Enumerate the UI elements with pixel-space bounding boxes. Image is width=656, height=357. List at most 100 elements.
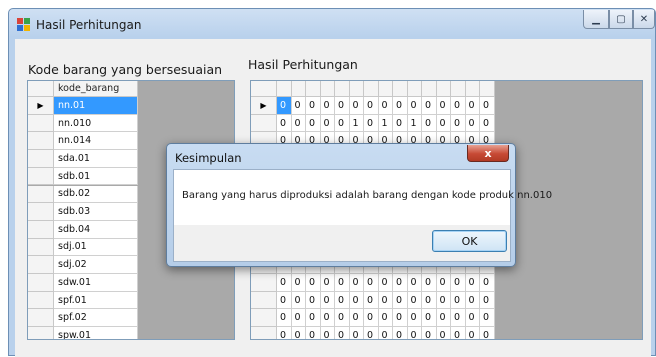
row-header[interactable] xyxy=(251,274,277,292)
result-cell[interactable]: 0 xyxy=(378,274,393,292)
result-cell[interactable]: 0 xyxy=(480,97,495,115)
result-cell[interactable]: 0 xyxy=(465,114,480,133)
result-cell[interactable]: 0 xyxy=(422,327,437,339)
result-cell[interactable]: 0 xyxy=(422,274,437,292)
result-cell[interactable]: 0 xyxy=(364,114,379,133)
result-cell[interactable]: 0 xyxy=(393,291,408,310)
result-cell[interactable]: 0 xyxy=(393,309,408,328)
result-cell[interactable]: 0 xyxy=(393,97,408,115)
result-cell[interactable]: 0 xyxy=(407,327,422,339)
result-cell[interactable]: 0 xyxy=(465,274,480,292)
result-cell[interactable]: 0 xyxy=(378,291,393,310)
row-header[interactable] xyxy=(28,114,54,133)
kode-barang-cell[interactable]: sdb.04 xyxy=(54,220,138,239)
column-header[interactable] xyxy=(480,81,495,97)
row-header[interactable] xyxy=(28,256,54,274)
kode-barang-cell[interactable]: sdb.01 xyxy=(54,167,138,186)
result-cell[interactable]: 0 xyxy=(364,291,379,310)
result-cell[interactable]: 0 xyxy=(277,291,292,310)
result-cell[interactable]: 0 xyxy=(320,327,335,339)
result-cell[interactable]: 0 xyxy=(291,309,306,328)
result-cell[interactable]: 0 xyxy=(291,291,306,310)
result-cell[interactable]: 0 xyxy=(306,291,321,310)
row-header[interactable]: ▶ xyxy=(251,97,277,115)
kode-barang-cell[interactable]: sdb.03 xyxy=(54,203,138,221)
result-cell[interactable]: 0 xyxy=(407,97,422,115)
result-cell[interactable]: 0 xyxy=(422,309,437,328)
result-cell[interactable]: 0 xyxy=(306,274,321,292)
result-cell[interactable]: 1 xyxy=(349,114,364,133)
kode-barang-cell[interactable]: sda.01 xyxy=(54,150,138,168)
result-cell[interactable]: 0 xyxy=(436,97,451,115)
ok-button[interactable]: OK xyxy=(432,230,507,252)
result-cell[interactable]: 0 xyxy=(291,114,306,133)
result-cell[interactable]: 0 xyxy=(422,291,437,310)
result-cell[interactable]: 0 xyxy=(393,114,408,133)
result-cell[interactable]: 0 xyxy=(349,291,364,310)
row-header[interactable] xyxy=(28,274,54,292)
result-cell[interactable]: 0 xyxy=(349,327,364,339)
row-header[interactable]: ▶ xyxy=(28,97,54,115)
row-header[interactable] xyxy=(28,185,54,204)
kode-barang-cell[interactable]: sdw.01 xyxy=(54,274,138,292)
result-cell[interactable]: 0 xyxy=(335,274,350,292)
result-cell[interactable]: 0 xyxy=(306,327,321,339)
row-header[interactable] xyxy=(28,150,54,168)
result-cell[interactable]: 0 xyxy=(407,274,422,292)
column-header[interactable] xyxy=(349,81,364,97)
result-cell[interactable]: 0 xyxy=(277,327,292,339)
result-cell[interactable]: 0 xyxy=(465,309,480,328)
column-header[interactable] xyxy=(393,81,408,97)
result-cell[interactable]: 0 xyxy=(364,327,379,339)
column-header-kode-barang[interactable]: kode_barang xyxy=(54,81,138,97)
result-cell[interactable]: 0 xyxy=(436,274,451,292)
result-cell[interactable]: 0 xyxy=(277,97,292,115)
column-header[interactable] xyxy=(436,81,451,97)
column-header[interactable] xyxy=(291,81,306,97)
kode-barang-cell[interactable]: spf.02 xyxy=(54,309,138,328)
result-cell[interactable]: 0 xyxy=(451,114,466,133)
result-cell[interactable]: 0 xyxy=(306,114,321,133)
result-cell[interactable]: 0 xyxy=(465,327,480,339)
column-header[interactable] xyxy=(465,81,480,97)
result-cell[interactable]: 0 xyxy=(451,291,466,310)
result-cell[interactable]: 0 xyxy=(480,309,495,328)
result-cell[interactable]: 0 xyxy=(407,309,422,328)
result-cell[interactable]: 0 xyxy=(378,309,393,328)
column-header[interactable] xyxy=(364,81,379,97)
result-cell[interactable]: 0 xyxy=(393,274,408,292)
column-header[interactable] xyxy=(320,81,335,97)
column-header[interactable] xyxy=(422,81,437,97)
title-bar[interactable]: Hasil Perhitungan ▁ ▢ ✕ xyxy=(9,9,655,39)
column-header[interactable] xyxy=(306,81,321,97)
row-header[interactable] xyxy=(28,132,54,151)
kode-barang-cell[interactable]: spw.01 xyxy=(54,327,138,339)
result-cell[interactable]: 0 xyxy=(335,327,350,339)
result-cell[interactable]: 0 xyxy=(364,274,379,292)
result-cell[interactable]: 0 xyxy=(277,114,292,133)
row-header[interactable] xyxy=(251,327,277,339)
column-header[interactable] xyxy=(335,81,350,97)
result-cell[interactable]: 0 xyxy=(436,327,451,339)
kode-barang-cell[interactable]: sdb.02 xyxy=(54,185,138,204)
result-cell[interactable]: 0 xyxy=(378,327,393,339)
result-cell[interactable]: 0 xyxy=(306,309,321,328)
result-cell[interactable]: 0 xyxy=(378,97,393,115)
result-cell[interactable]: 0 xyxy=(364,97,379,115)
row-header[interactable] xyxy=(28,327,54,339)
result-cell[interactable]: 1 xyxy=(407,114,422,133)
result-cell[interactable]: 0 xyxy=(364,309,379,328)
row-header[interactable] xyxy=(28,238,54,257)
column-header[interactable] xyxy=(277,81,292,97)
result-cell[interactable]: 0 xyxy=(480,274,495,292)
kode-barang-cell[interactable]: nn.014 xyxy=(54,132,138,151)
row-header[interactable] xyxy=(28,291,54,310)
result-cell[interactable]: 0 xyxy=(277,274,292,292)
result-cell[interactable]: 0 xyxy=(422,97,437,115)
result-cell[interactable]: 0 xyxy=(480,327,495,339)
close-button[interactable]: ✕ xyxy=(633,10,655,29)
result-cell[interactable]: 0 xyxy=(422,114,437,133)
result-cell[interactable]: 0 xyxy=(349,97,364,115)
result-cell[interactable]: 0 xyxy=(480,114,495,133)
result-cell[interactable]: 0 xyxy=(465,291,480,310)
